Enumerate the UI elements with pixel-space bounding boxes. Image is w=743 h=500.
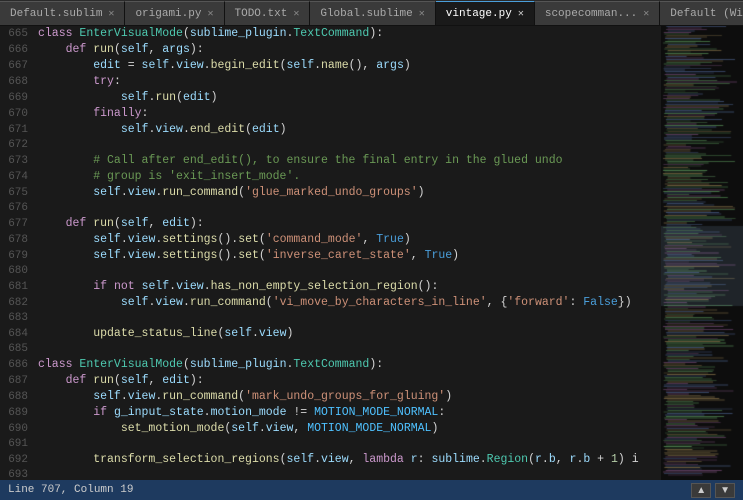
table-row: 671 self.view.end_edit(edit) [0,122,661,138]
close-icon[interactable]: ✕ [108,8,114,20]
close-icon[interactable]: ✕ [643,8,649,20]
tab-origami[interactable]: origami.py ✕ [125,1,224,25]
line-col-indicator: Line 707, Column 19 [8,484,133,496]
table-row: 684 update_status_line(self.view) [0,326,661,342]
tab-label: Global.sublime [320,8,412,20]
table-row: 673 # Call after end_edit(), to ensure t… [0,153,661,169]
scroll-up-button[interactable]: ▲ [691,483,711,498]
tab-vintage[interactable]: vintage.py ✕ [436,1,535,25]
table-row: 683 [0,311,661,326]
table-row: 669 self.run(edit) [0,90,661,106]
table-row: 672 [0,138,661,153]
table-row: 682 self.view.run_command('vi_move_by_ch… [0,295,661,311]
table-row: 685 [0,342,661,357]
table-row: 691 [0,437,661,452]
scroll-down-button[interactable]: ▼ [715,483,735,498]
status-bar: Line 707, Column 19 ▲ ▼ [0,480,743,500]
tab-bar: Default.sublim ✕ origami.py ✕ TODO.txt ✕… [0,0,743,26]
close-icon[interactable]: ✕ [293,8,299,20]
code-lines: 665 class EnterVisualMode(sublime_plugin… [0,26,661,480]
table-row: 667 edit = self.view.begin_edit(self.nam… [0,58,661,74]
table-row: 686 class EnterVisualMode(sublime_plugin… [0,357,661,373]
tab-label: TODO.txt [235,8,288,20]
code-panel[interactable]: 665 class EnterVisualMode(sublime_plugin… [0,26,661,480]
table-row: 674 # group is 'exit_insert_mode'. [0,169,661,185]
table-row: 675 self.view.run_command('glue_marked_u… [0,185,661,201]
table-row: 666 def run(self, args): [0,42,661,58]
table-row: 679 self.view.settings().set('inverse_ca… [0,248,661,264]
tab-default-wind[interactable]: Default (Wind... ✕ [660,1,743,25]
table-row: 692 transform_selection_regions(self.vie… [0,452,661,468]
tab-default-sublime[interactable]: Default.sublim ✕ [0,1,125,25]
close-icon[interactable]: ✕ [207,8,213,20]
status-left: Line 707, Column 19 [8,484,133,496]
table-row: 693 [0,468,661,480]
table-row: 668 try: [0,74,661,90]
tab-label: Default (Wind... [670,8,743,20]
tab-label: vintage.py [446,8,512,20]
tab-todo[interactable]: TODO.txt ✕ [225,1,311,25]
tab-label: origami.py [135,8,201,20]
tab-label: Default.sublim [10,8,102,20]
tab-label: scopecomman... [545,8,637,20]
table-row: 676 [0,201,661,216]
table-row: 689 if g_input_state.motion_mode != MOTI… [0,405,661,421]
table-row: 677 def run(self, edit): [0,216,661,232]
close-icon[interactable]: ✕ [518,8,524,20]
minimap[interactable] [661,26,743,480]
table-row: 680 [0,264,661,279]
editor-area: 665 class EnterVisualMode(sublime_plugin… [0,26,743,480]
table-row: 678 self.view.settings().set('command_mo… [0,232,661,248]
table-row: 681 if not self.view.has_non_empty_selec… [0,279,661,295]
tab-scope[interactable]: scopecomman... ✕ [535,1,660,25]
table-row: 665 class EnterVisualMode(sublime_plugin… [0,26,661,42]
tab-global[interactable]: Global.sublime ✕ [310,1,435,25]
close-icon[interactable]: ✕ [419,8,425,20]
table-row: 690 set_motion_mode(self.view, MOTION_MO… [0,421,661,437]
status-right: ▲ ▼ [691,483,735,498]
table-row: 687 def run(self, edit): [0,373,661,389]
table-row: 688 self.view.run_command('mark_undo_gro… [0,389,661,405]
table-row: 670 finally: [0,106,661,122]
